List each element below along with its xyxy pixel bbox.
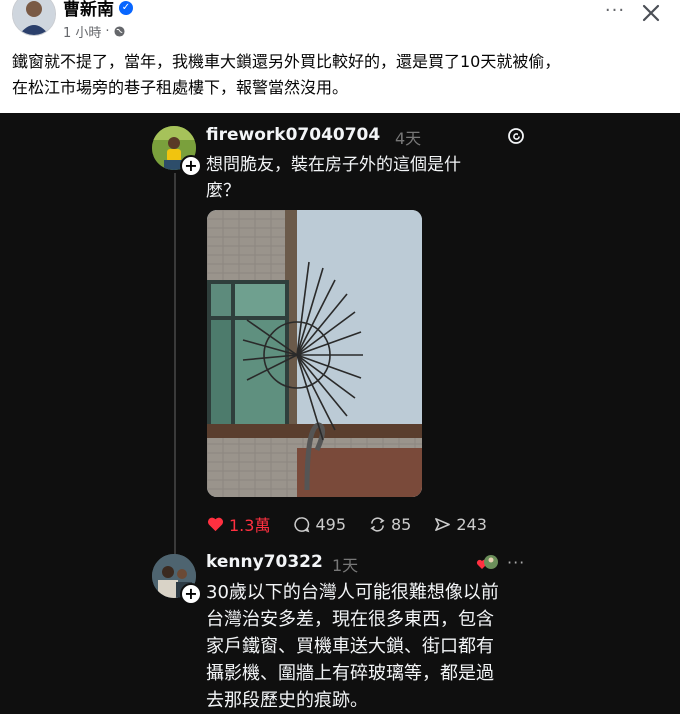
post-body: 鐵窗就不提了，當年，我機車大鎖還另外買比較好的，還是買了10天就被偷， 在松江市… xyxy=(12,49,672,101)
heart-icon xyxy=(207,517,224,531)
verified-badge-icon: ✓ xyxy=(119,0,133,15)
thread-actions: 1.3萬 495 85 243 xyxy=(206,512,509,536)
comment-action[interactable]: 495 xyxy=(292,515,346,534)
share-count: 243 xyxy=(456,514,487,534)
reply-line: 台灣治安多差，現在很多東西，包含 xyxy=(206,609,494,630)
embedded-threads-screenshot[interactable]: + firework07040704 4天 想問脆友，裝在房子外的這個是什 麼？ xyxy=(0,113,680,714)
like-action[interactable]: 1.3萬 xyxy=(206,512,270,536)
thread-photo xyxy=(207,210,422,497)
globe-icon xyxy=(114,26,125,37)
share-action[interactable]: 243 xyxy=(433,515,487,534)
thread-connector-line xyxy=(174,173,176,558)
reply-line: 去那段歷史的痕跡。 xyxy=(206,690,368,711)
author-row: 曹新南 ✓ xyxy=(63,0,133,20)
follow-plus-icon[interactable]: + xyxy=(180,583,202,605)
threads-logo-icon xyxy=(508,128,524,144)
comment-icon xyxy=(294,516,310,532)
follow-plus-icon[interactable]: + xyxy=(180,155,202,177)
reply-line: 家戶鐵窗、買機車送大鎖、街口都有 xyxy=(206,636,494,657)
reply-username: kenny70322 xyxy=(206,552,323,572)
thread-username: firework07040704 xyxy=(206,125,381,145)
thread-question-line: 麼？ xyxy=(206,181,240,201)
post-text-line: 在松江市場旁的巷子租處樓下，報警當然沒用。 xyxy=(12,78,349,97)
repost-count: 85 xyxy=(391,514,412,534)
reply-line: 30歲以下的台灣人可能很難想像以前 xyxy=(206,582,499,603)
post-text-line: 鐵窗就不提了，當年，我機車大鎖還另外買比較好的，還是買了10天就被偷， xyxy=(12,52,561,71)
author-avatar[interactable] xyxy=(12,0,56,36)
repost-action[interactable]: 85 xyxy=(368,515,411,534)
thread-time: 4天 xyxy=(395,129,422,148)
thread-question-line: 想問脆友，裝在房子外的這個是什 xyxy=(206,155,461,175)
author-name[interactable]: 曹新南 xyxy=(63,0,114,20)
thread-question: 想問脆友，裝在房子外的這個是什 麼？ xyxy=(206,152,536,204)
post-meta: 1 小時 · xyxy=(63,22,125,41)
share-icon xyxy=(435,517,451,531)
reply-line: 攝影機、圍牆上有碎玻璃等，都是過 xyxy=(206,663,494,684)
comment-count: 495 xyxy=(315,514,346,534)
reply-text: 30歲以下的台灣人可能很難想像以前 台灣治安多差，現在很多東西，包含 家戶鐵窗、… xyxy=(206,579,536,714)
post-header: 曹新南 ✓ 1 小時 · ··· xyxy=(0,0,680,44)
separator-dot: · xyxy=(105,24,110,39)
repost-icon xyxy=(370,516,385,532)
post-time[interactable]: 1 小時 xyxy=(63,22,101,41)
like-count: 1.3萬 xyxy=(229,516,271,535)
close-icon[interactable] xyxy=(640,2,662,24)
reply-more-options-icon: ··· xyxy=(507,553,526,572)
reaction-icon xyxy=(476,555,498,569)
reply-time: 1天 xyxy=(332,556,359,575)
more-options-icon[interactable]: ··· xyxy=(604,2,626,24)
